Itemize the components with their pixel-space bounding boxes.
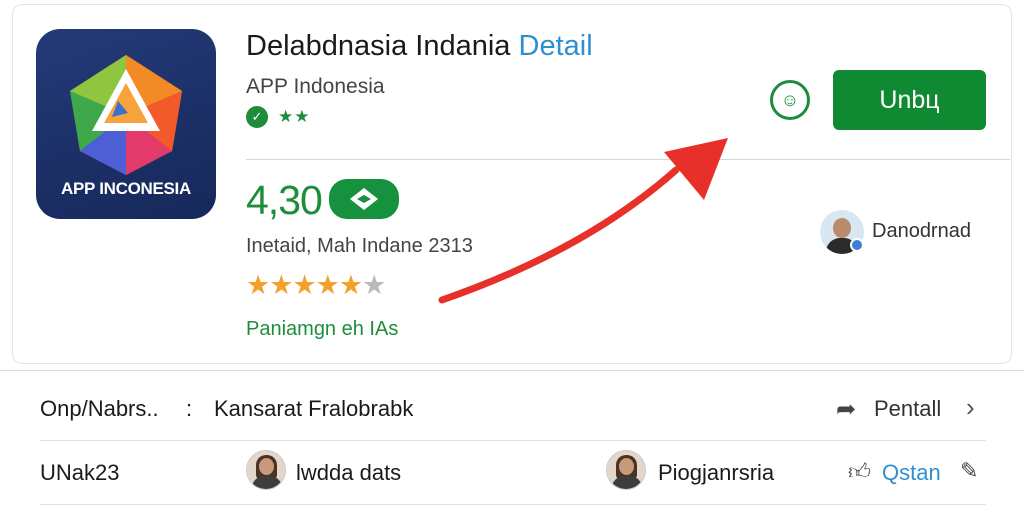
red-arrow-annotation	[438, 138, 728, 304]
verified-badge-icon: ✓	[246, 106, 268, 128]
reviewer-a-name[interactable]: lwdda dats	[296, 460, 401, 486]
row-2-label: UNak23	[40, 460, 120, 485]
wishlist-icon[interactable]: ☺	[770, 80, 810, 120]
row-1-action[interactable]: Pentall	[874, 396, 941, 422]
badge-stars: ★★	[278, 107, 311, 126]
row-divider	[40, 440, 986, 441]
rating-badge[interactable]	[329, 179, 399, 219]
avatar-head	[833, 218, 851, 238]
thumbs-up-icon[interactable]: 👍︎	[848, 458, 871, 485]
share-icon[interactable]: ➦	[836, 395, 856, 424]
developer-name[interactable]: Danodrnad	[872, 220, 971, 243]
app-logo-icon	[70, 55, 182, 175]
row-1-value: Kansarat Fralobrabk	[214, 396, 414, 421]
star-filled-icon: ★	[246, 270, 270, 300]
rating-value: 4,30	[246, 177, 323, 223]
section-divider	[0, 370, 1024, 371]
install-button[interactable]: Unbц	[833, 70, 986, 130]
reviewer-b-name[interactable]: Piogjanrsria	[658, 460, 774, 486]
star-filled-icon: ★	[269, 270, 293, 300]
app-badges: ✓ ★★	[246, 106, 310, 128]
app-title-main: Delabdnasia Indania	[246, 30, 511, 62]
publisher-link[interactable]: APP Indonesia	[246, 75, 385, 99]
avatar-head	[259, 458, 274, 475]
avatar-body	[252, 476, 282, 489]
reviews-link[interactable]: Paniamgn eh IAs	[246, 318, 398, 341]
star-rating: ★★★★★★	[246, 270, 386, 301]
chevron-right-icon[interactable]: ›	[966, 392, 975, 423]
reviewer-a-avatar[interactable]	[246, 450, 286, 490]
row-1-label: Onp/Nabrs..	[40, 396, 159, 421]
app-title: Delabdnasia Indania Detail	[246, 30, 593, 63]
edit-icon[interactable]: ✎	[960, 458, 978, 484]
star-filled-icon: ★	[292, 270, 316, 300]
star-empty-icon: ★	[362, 270, 386, 300]
row-1-separator: :	[186, 396, 193, 421]
avatar-head	[619, 458, 634, 475]
star-filled-icon: ★	[338, 270, 363, 300]
row-2-action[interactable]: Qstan	[882, 460, 941, 486]
developer-verified-icon	[850, 238, 864, 252]
app-icon-label: APP INCONESIA	[61, 179, 191, 198]
app-icon[interactable]: APP INCONESIA	[36, 29, 216, 219]
diamond-icon	[350, 188, 378, 210]
row-divider	[40, 504, 986, 505]
avatar-body	[612, 476, 642, 489]
star-filled-icon: ★	[315, 270, 340, 300]
reviewer-b-avatar[interactable]	[606, 450, 646, 490]
app-title-accent: Detail	[518, 30, 593, 62]
